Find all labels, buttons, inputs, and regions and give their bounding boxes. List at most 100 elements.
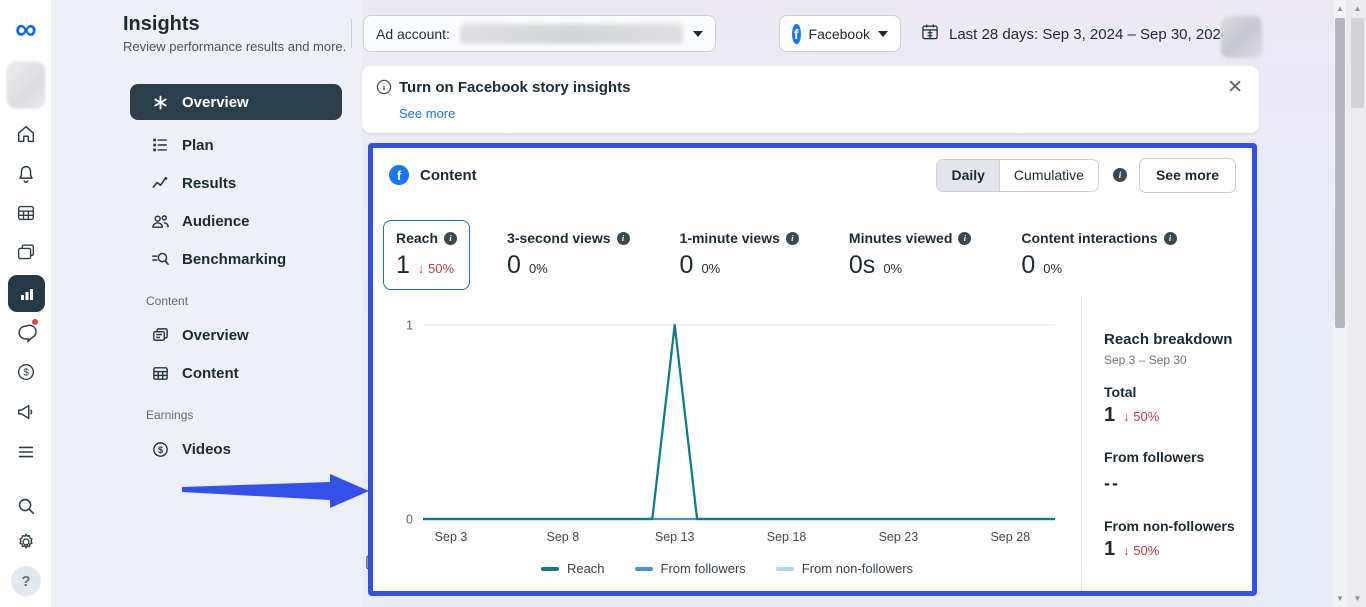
settings-icon[interactable] <box>0 525 52 559</box>
story-insights-banner: Turn on Facebook story insights See more… <box>362 66 1259 133</box>
metric-value: 0s <box>849 251 875 280</box>
ads-icon[interactable] <box>0 395 52 429</box>
notifications-icon[interactable] <box>0 157 52 191</box>
svg-text:0: 0 <box>406 513 413 527</box>
platform-label: Facebook <box>809 26 870 42</box>
scrollbar-thumb[interactable] <box>1335 18 1345 328</box>
date-range-dropdown[interactable]: Last 28 days: Sep 3, 2024 – Sep 30, 2024 <box>920 22 1248 47</box>
user-avatar[interactable] <box>1221 16 1262 58</box>
audience-icon <box>150 211 170 231</box>
chart-area: 01Sep 3Sep 8Sep 13Sep 18Sep 23Sep 28 Rea… <box>373 298 1081 591</box>
sidebar-item-label: Audience <box>182 213 250 230</box>
see-more-button[interactable]: See more <box>1139 158 1236 193</box>
content-panel: f Content Daily Cumulative i See more Re… <box>373 148 1252 591</box>
scrollbar-thumb[interactable] <box>1351 18 1364 108</box>
browser-scrollbar[interactable]: ▲ ▼ <box>1349 0 1366 607</box>
content-icon[interactable] <box>0 236 52 270</box>
scroll-down-icon[interactable]: ▼ <box>1334 594 1346 603</box>
sidebar-item-content-overview[interactable]: Overview <box>130 316 342 354</box>
metric-tab-minutes-viewed[interactable]: Minutes viewed i 0s 0% <box>836 220 984 290</box>
chart-legend: Reach From followers From non-followers <box>373 561 1081 576</box>
inbox-icon[interactable] <box>0 316 52 350</box>
chevron-down-icon <box>878 31 888 37</box>
metric-sub: 0% <box>883 261 902 276</box>
breakdown-row-label: Total <box>1104 384 1242 400</box>
sidebar-item-overview[interactable]: Overview <box>130 84 342 120</box>
metric-tab-reach[interactable]: Reachi 1↓ 50% <box>383 220 470 290</box>
home-icon[interactable] <box>0 117 52 151</box>
metric-tab-1-minute-views[interactable]: 1-minute viewsi 00% <box>667 220 812 290</box>
sidebar-item-label: Overview <box>182 94 249 111</box>
metric-sub: 0% <box>1043 261 1062 276</box>
pages-icon <box>150 325 170 345</box>
page-subtitle: Review performance results and more. <box>123 39 346 54</box>
breakdown-title: Reach breakdown <box>1104 331 1242 348</box>
svg-text:Sep 23: Sep 23 <box>879 530 919 544</box>
annotation-highlight-box: f Content Daily Cumulative i See more Re… <box>368 143 1257 596</box>
ad-account-dropdown[interactable]: Ad account: <box>363 15 716 52</box>
sidebar-item-videos[interactable]: $ Videos <box>130 430 342 468</box>
breakdown-value: 1 <box>1104 404 1115 427</box>
legend-swatch <box>776 567 794 571</box>
overview-icon <box>150 92 170 112</box>
info-icon: i <box>444 232 457 245</box>
daily-toggle-button[interactable]: Daily <box>937 160 999 191</box>
sidebar-item-label: Benchmarking <box>182 251 286 268</box>
breakdown-value: -- <box>1104 473 1242 494</box>
calendar-icon <box>920 22 940 47</box>
breakdown-delta: ↓ 50% <box>1123 543 1159 558</box>
breakdown-row-label: From followers <box>1104 449 1242 465</box>
platform-dropdown[interactable]: f Facebook <box>779 15 901 52</box>
sidebar-item-label: Results <box>182 175 236 192</box>
chevron-down-icon <box>693 31 703 37</box>
insights-icon-selected[interactable] <box>8 275 45 312</box>
ad-account-label: Ad account: <box>376 26 450 42</box>
info-icon[interactable]: i <box>1113 168 1127 182</box>
all-tools-icon[interactable] <box>0 435 52 469</box>
info-icon: i <box>1164 232 1177 245</box>
annotation-arrow <box>180 470 372 512</box>
info-icon <box>376 79 392 100</box>
metric-value: 0 <box>680 251 694 280</box>
see-more-link[interactable]: See more <box>399 106 455 121</box>
inner-scrollbar[interactable]: ▲ ▼ <box>1334 0 1346 607</box>
meta-logo: ∞ <box>0 12 52 48</box>
cumulative-toggle-button[interactable]: Cumulative <box>1000 160 1098 191</box>
scroll-down-icon[interactable]: ▼ <box>1349 594 1366 603</box>
date-range-label: Last 28 days: Sep 3, 2024 – Sep 30, 2024 <box>949 26 1229 43</box>
page: ∞ $ <box>0 0 1366 607</box>
view-toggle: Daily Cumulative <box>936 159 1099 192</box>
page-title: Insights <box>123 13 200 36</box>
help-icon[interactable]: ? <box>11 566 41 596</box>
planner-icon[interactable] <box>0 196 52 230</box>
sidebar-item-label: Plan <box>182 137 214 154</box>
metric-tab-content-interactions[interactable]: Content interactionsi 00% <box>1008 220 1189 290</box>
metric-sub: 0% <box>701 261 720 276</box>
search-icon[interactable] <box>0 489 52 523</box>
sidebar-item-results[interactable]: Results <box>130 164 342 202</box>
sidebar-item-plan[interactable]: Plan <box>130 126 342 164</box>
sidebar-item-audience[interactable]: Audience <box>130 202 342 240</box>
sidebar-section-content: Content <box>146 294 342 308</box>
sidebar-item-label: Videos <box>182 441 231 458</box>
metric-label: Minutes viewed <box>849 230 952 246</box>
metric-label: Content interactions <box>1021 230 1157 246</box>
ad-account-value-redacted <box>460 24 683 44</box>
svg-text:Sep 28: Sep 28 <box>990 530 1030 544</box>
metric-tabs: Reachi 1↓ 50% 3-second viewsi 00% 1-minu… <box>383 220 1214 290</box>
sidebar-item-benchmarking[interactable]: Benchmarking <box>130 240 342 278</box>
metric-tab-3-second-views[interactable]: 3-second viewsi 00% <box>494 220 643 290</box>
svg-text:$: $ <box>23 368 29 379</box>
panel-header: f Content Daily Cumulative i See more <box>373 148 1252 202</box>
benchmarking-icon <box>150 249 170 269</box>
breakdown-row-label: From non-followers <box>1104 518 1242 534</box>
page-avatar[interactable] <box>7 62 45 108</box>
panel-body: 01Sep 3Sep 8Sep 13Sep 18Sep 23Sep 28 Rea… <box>373 298 1252 591</box>
metric-sub: 0% <box>529 261 548 276</box>
scroll-up-icon[interactable]: ▲ <box>1349 4 1366 13</box>
sidebar-item-content[interactable]: Content <box>130 354 342 392</box>
monetization-icon[interactable]: $ <box>0 355 52 389</box>
close-icon[interactable]: ✕ <box>1227 76 1243 99</box>
info-icon: i <box>958 232 971 245</box>
scroll-up-icon[interactable]: ▲ <box>1334 4 1346 13</box>
